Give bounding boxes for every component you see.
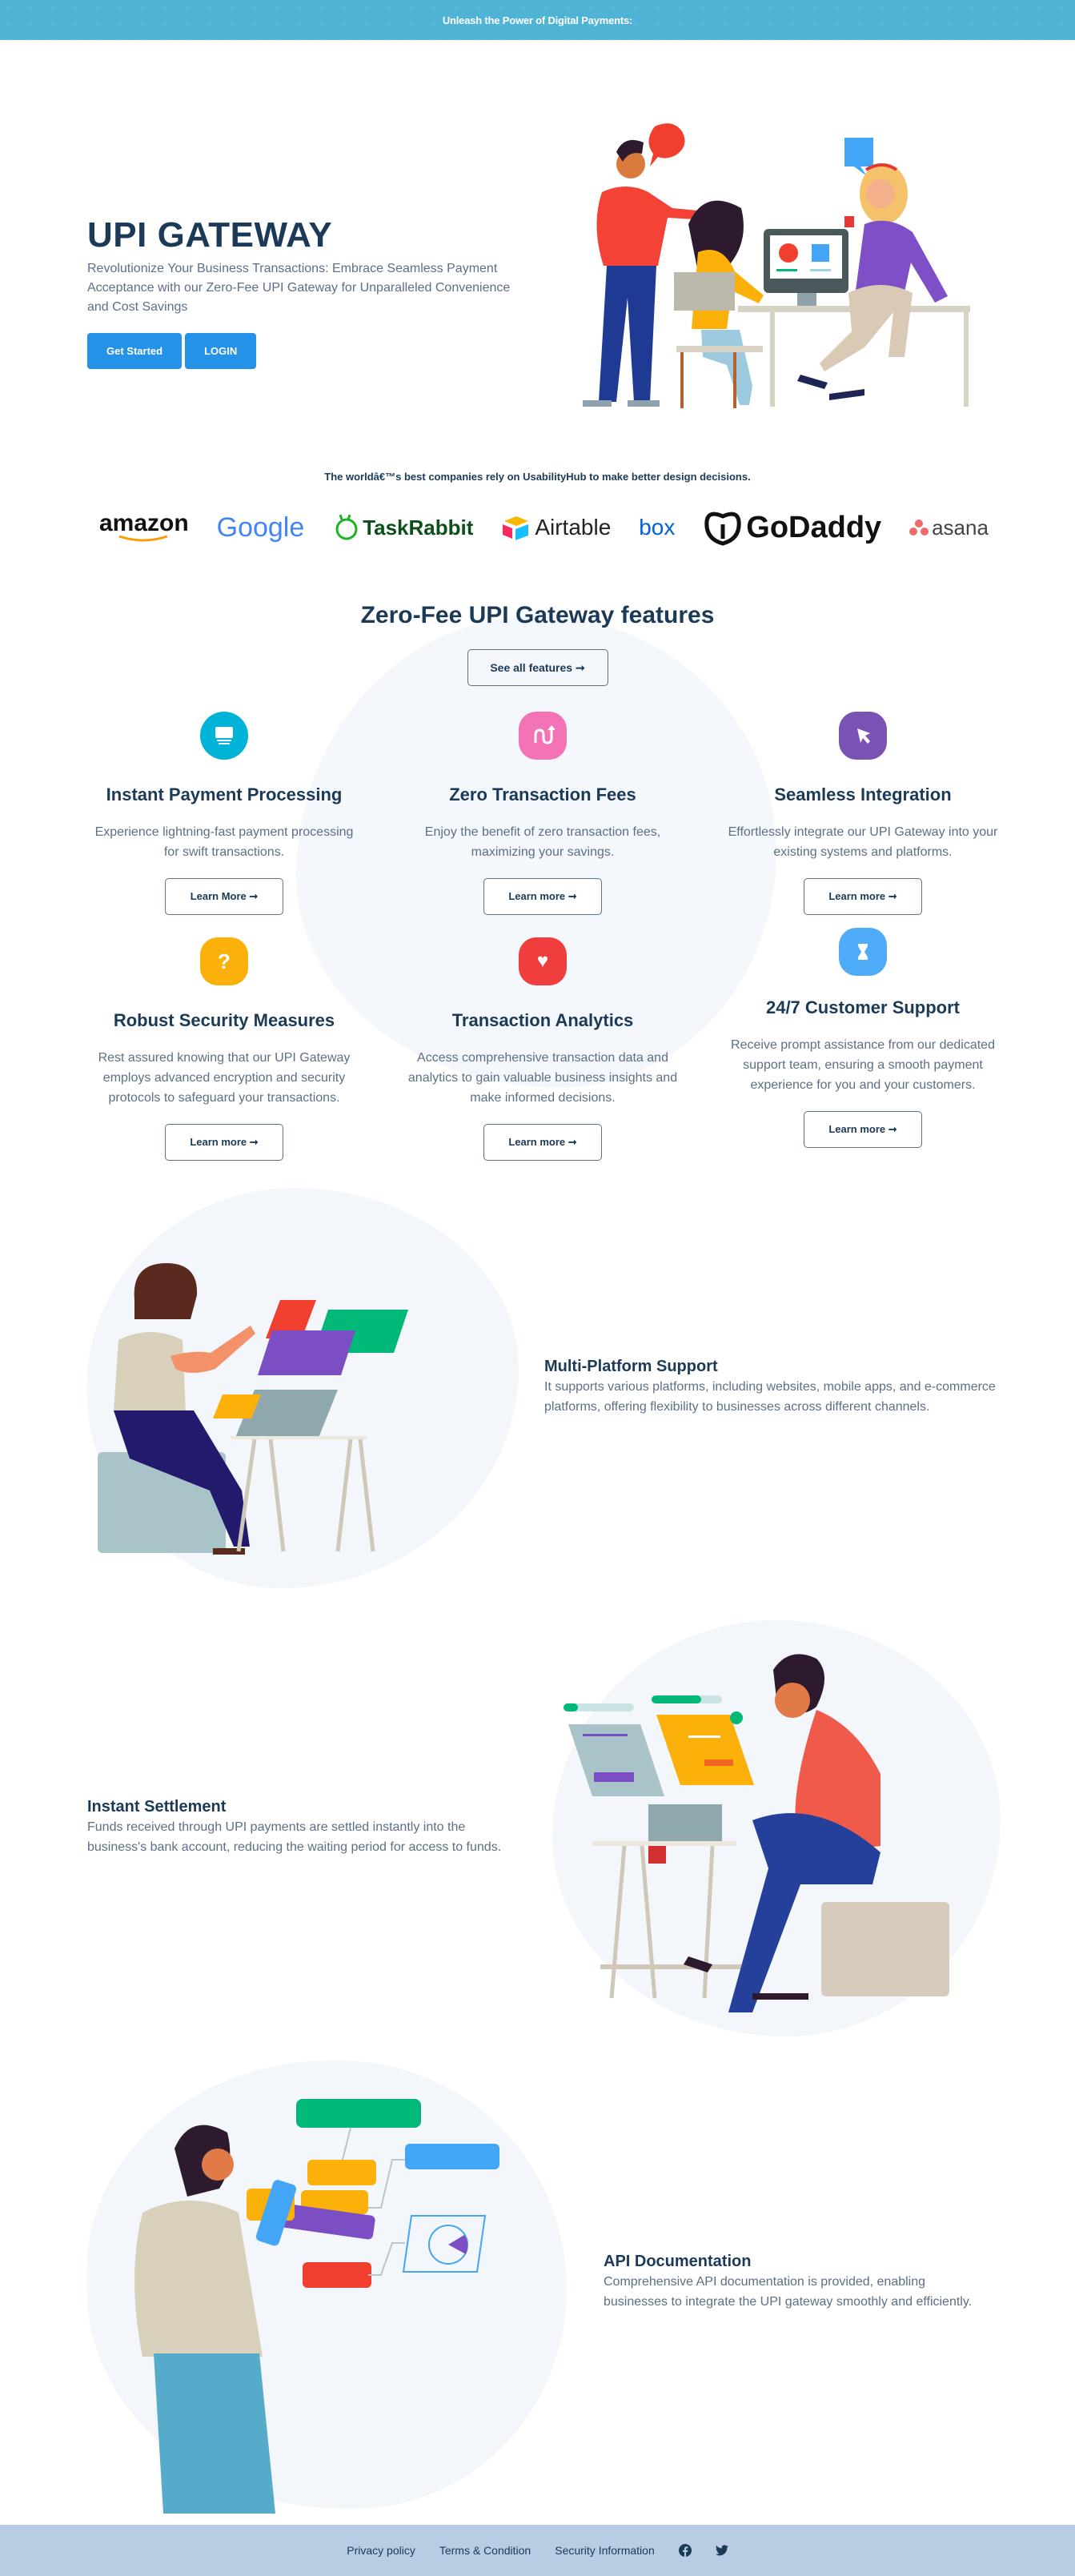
route-arrow-icon (519, 712, 567, 760)
login-button[interactable]: LOGIN (185, 333, 257, 369)
airtable-icon (503, 516, 529, 540)
multi-platform-illustration (98, 1263, 408, 1555)
amazon-logo: amazon (99, 512, 189, 543)
airtable-logo: Airtable (501, 515, 611, 540)
feature-card-security: ? Robust Security Measures Rest assured … (88, 937, 360, 1161)
showcase-description: Funds received through UPI payments are … (87, 1820, 502, 1854)
rabbit-icon (335, 514, 358, 540)
feature-title: Seamless Integration (774, 784, 952, 804)
feature-title: Zero Transaction Fees (449, 784, 636, 804)
feature-title: Transaction Analytics (451, 1010, 634, 1030)
feature-description: Receive prompt assistance from our dedic… (731, 1038, 995, 1092)
showcase-title: Instant Settlement (87, 1798, 227, 1816)
hero-subtitle: Revolutionize Your Business Transactions… (87, 262, 511, 314)
asana-logo: asana (909, 516, 989, 540)
learn-more-button[interactable]: Learn more ➞ (165, 1124, 283, 1161)
multi-platform-text: Multi-Platform Support It supports vario… (544, 1356, 1001, 1417)
showcase-description: Comprehensive API documentation is provi… (604, 2275, 973, 2309)
hero-text: UPI GATEWAY Revolutionize Your Business … (87, 215, 535, 369)
facebook-icon[interactable] (678, 2544, 692, 2557)
feature-description: Experience lightning-fast payment proces… (94, 825, 354, 859)
api-documentation-illustration (134, 2099, 499, 2514)
footer: Privacy policy Terms & Condition Securit… (0, 2525, 1075, 2576)
feature-card-analytics: ♥ Transaction Analytics Access comprehen… (407, 937, 679, 1161)
red-speech-bubble (648, 123, 685, 167)
godaddy-icon (704, 512, 741, 546)
hourglass-icon (839, 928, 887, 976)
learn-more-button[interactable]: Learn more ➞ (483, 878, 602, 915)
hero-illustration (583, 123, 970, 408)
feature-title: Robust Security Measures (113, 1010, 335, 1030)
security-information-link[interactable]: Security Information (555, 2544, 655, 2557)
amazon-smile-icon (118, 535, 168, 542)
question-icon: ? (200, 937, 248, 985)
instant-settlement-section: Instant Settlement Funds received throug… (0, 1612, 1075, 2060)
feature-card-instant-payment: Instant Payment Processing Experience li… (88, 712, 360, 915)
learn-more-button[interactable]: Learn more ➞ (483, 1124, 602, 1161)
banner-text: Unleash the Power of Digital Payments: (442, 14, 633, 26)
terms-link[interactable]: Terms & Condition (439, 2544, 531, 2557)
showcase-title: Multi-Platform Support (544, 1358, 718, 1375)
showcase-title: API Documentation (604, 2253, 752, 2270)
box-logo: box (639, 515, 676, 540)
features-title: Zero-Fee UPI Gateway features (360, 602, 715, 628)
feature-description: Access comprehensive transaction data an… (407, 1051, 678, 1105)
hero-title: UPI GATEWAY (87, 215, 333, 255)
learn-more-button[interactable]: Learn More ➞ (165, 878, 283, 915)
top-banner: Unleash the Power of Digital Payments: (0, 0, 1075, 40)
google-logo: Google (216, 512, 305, 543)
asana-icon (909, 520, 929, 536)
instant-settlement-illustration (564, 1654, 949, 2012)
learn-more-button[interactable]: Learn more ➞ (804, 1111, 922, 1148)
heart-icon: ♥ (519, 937, 567, 985)
feature-title: Instant Payment Processing (106, 784, 343, 804)
trusted-by-text: The worldâ€™s best companies rely on Usa… (324, 471, 751, 483)
company-logos: amazon Google TaskRabbit Airtable box Go… (0, 504, 1075, 552)
feature-card-zero-fees: Zero Transaction Fees Enjoy the benefit … (407, 712, 679, 915)
learn-more-button[interactable]: Learn more ➞ (804, 878, 922, 915)
api-documentation-section: API Documentation Comprehensive API docu… (0, 2060, 1075, 2525)
features-section: Zero-Fee UPI Gateway features See all fe… (0, 600, 1075, 1232)
hero-section: UPI GATEWAY Revolutionize Your Business … (0, 40, 1075, 424)
monitor-icon (200, 712, 248, 760)
godaddy-logo: GoDaddy (703, 508, 881, 547)
twitter-icon[interactable] (715, 2544, 728, 2557)
feature-title: 24/7 Customer Support (765, 997, 961, 1017)
showcase-description: It supports various platforms, including… (544, 1380, 996, 1414)
multi-platform-section: Multi-Platform Support It supports vario… (0, 1188, 1075, 1612)
feature-description: Effortlessly integrate our UPI Gateway i… (728, 825, 998, 859)
feature-card-seamless-integration: Seamless Integration Effortlessly integr… (727, 712, 999, 915)
privacy-policy-link[interactable]: Privacy policy (347, 2544, 415, 2557)
feature-description: Rest assured knowing that our UPI Gatewa… (98, 1051, 351, 1105)
see-all-features-button[interactable]: See all features ➞ (467, 649, 608, 686)
taskrabbit-logo: TaskRabbit (332, 513, 473, 542)
feature-card-support: 24/7 Customer Support Receive prompt ass… (727, 928, 999, 1148)
get-started-button[interactable]: Get Started (87, 333, 183, 369)
feature-description: Enjoy the benefit of zero transaction fe… (424, 825, 661, 859)
api-documentation-text: API Documentation Comprehensive API docu… (604, 2251, 988, 2312)
hero-buttons: Get Started LOGIN (87, 333, 535, 369)
cursor-icon (839, 712, 887, 760)
instant-settlement-text: Instant Settlement Funds received throug… (87, 1796, 519, 1857)
